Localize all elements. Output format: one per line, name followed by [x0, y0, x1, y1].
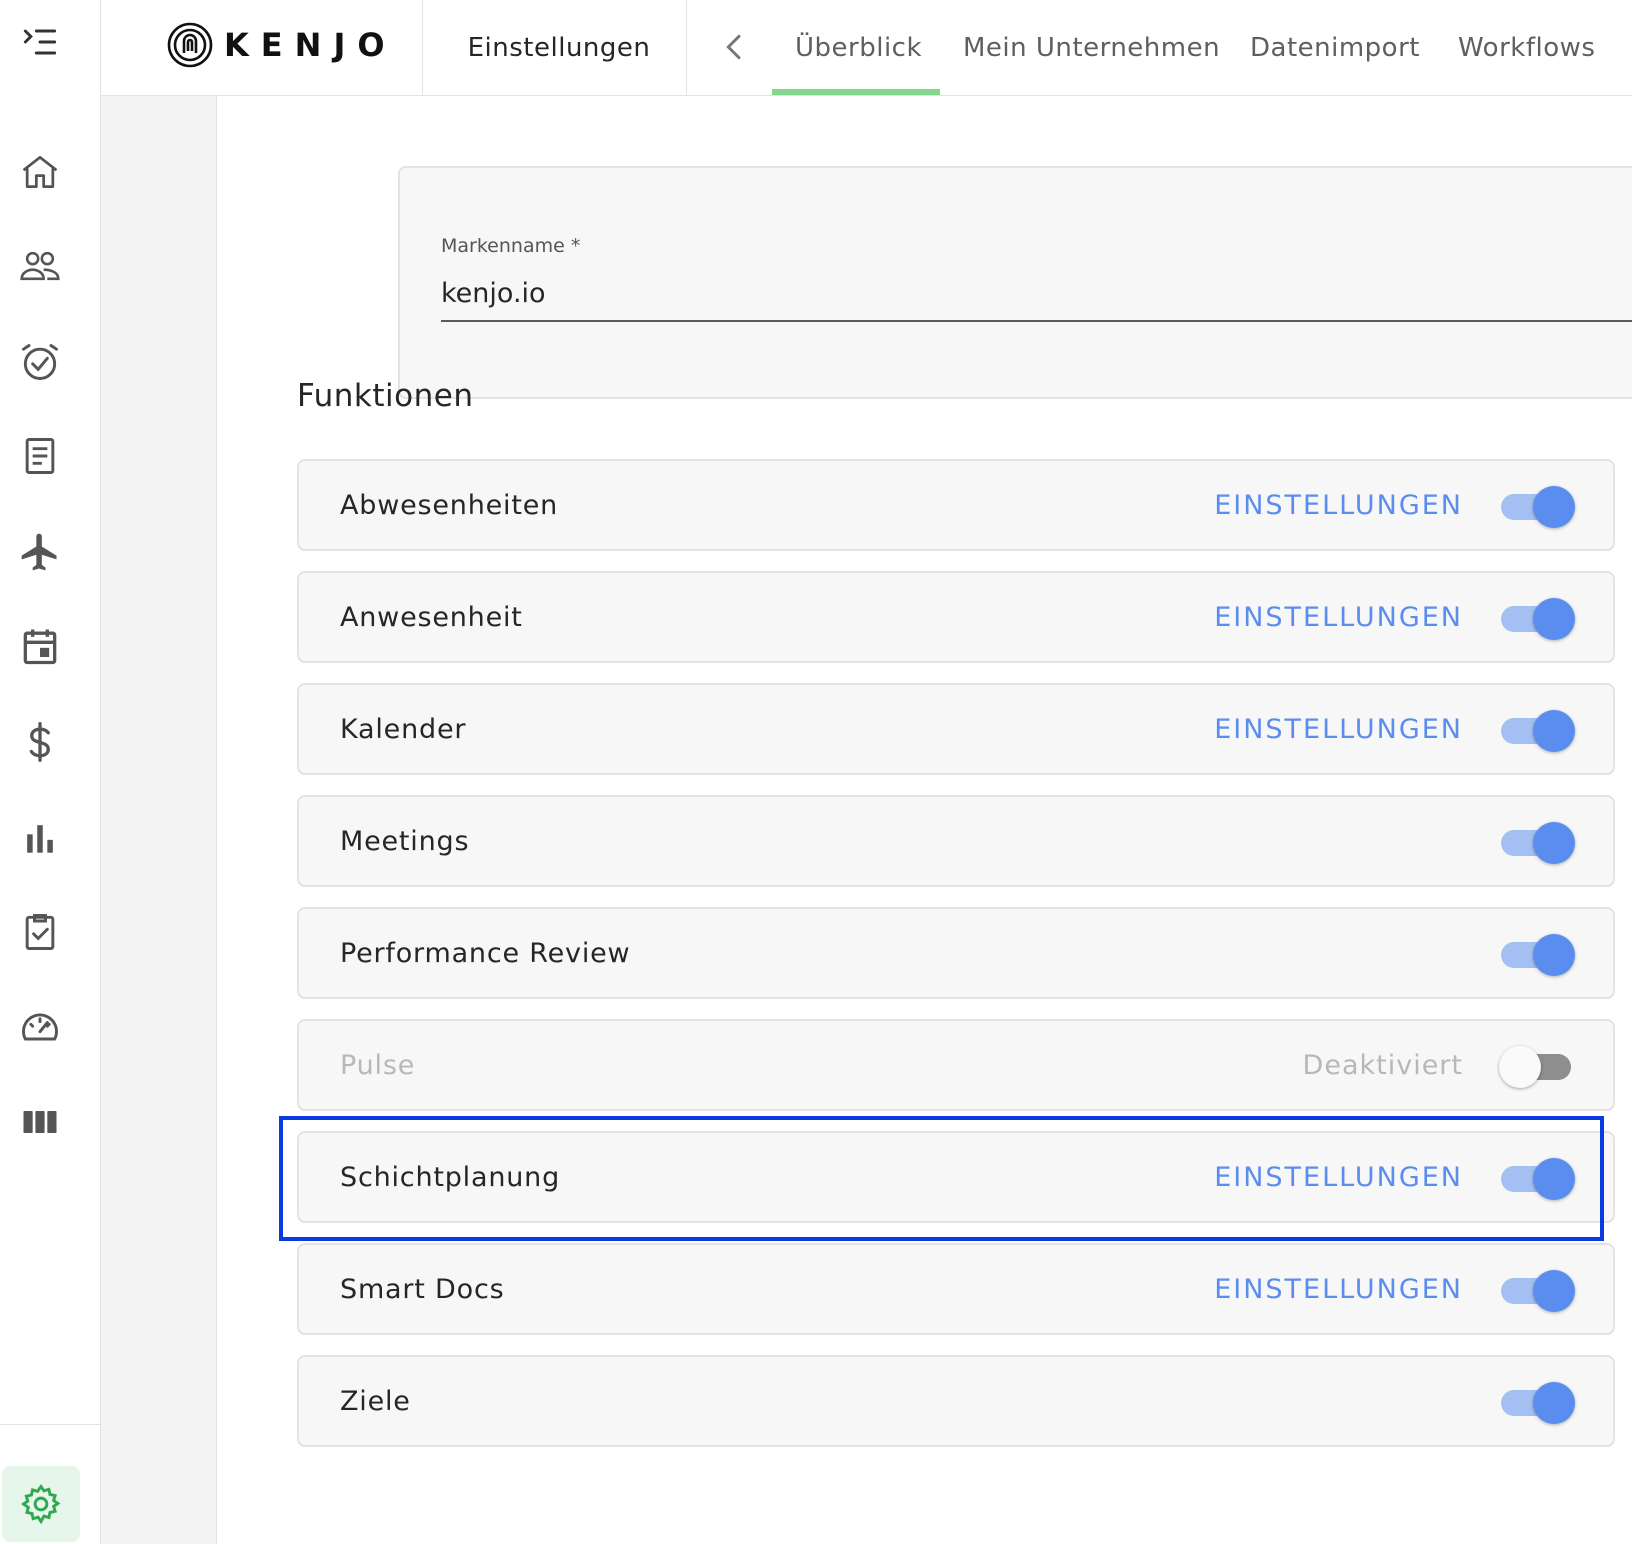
content-gutter	[101, 96, 217, 1544]
columns-icon[interactable]	[14, 1096, 66, 1148]
feature-settings-link[interactable]: EINSTELLUNGEN	[1214, 573, 1463, 661]
feature-name: Performance Review	[340, 937, 631, 969]
brand-card: Markenname *	[398, 166, 1632, 399]
feature-name: Smart Docs	[340, 1273, 505, 1305]
feature-name: Ziele	[340, 1385, 411, 1417]
people-icon[interactable]	[14, 240, 66, 292]
feature-name: Meetings	[340, 825, 470, 857]
feature-toggle[interactable]	[1499, 1269, 1575, 1312]
airplane-icon[interactable]	[14, 526, 66, 578]
feature-toggle[interactable]	[1499, 1381, 1575, 1424]
home-icon[interactable]	[14, 146, 66, 198]
gear-icon	[21, 1484, 61, 1525]
feature-name: Kalender	[340, 713, 467, 745]
alarm-check-icon[interactable]	[14, 336, 66, 388]
header-divider	[686, 0, 687, 96]
feature-settings-link[interactable]: EINSTELLUNGEN	[1214, 1245, 1463, 1333]
feature-toggle[interactable]	[1499, 1157, 1575, 1200]
brand-name-input[interactable]	[441, 266, 1632, 322]
main-content: Markenname * Funktionen Abwesenheiten EI…	[101, 96, 1632, 1544]
feature-toggle[interactable]	[1499, 1045, 1575, 1088]
feature-toggle[interactable]	[1499, 709, 1575, 752]
feature-row-pulse: Pulse Deaktiviert	[297, 1019, 1615, 1111]
menu-icon[interactable]	[14, 16, 66, 68]
logo-mark-icon	[167, 22, 213, 68]
bar-chart-icon[interactable]	[14, 812, 66, 864]
active-tab-indicator	[772, 89, 940, 95]
calendar-icon[interactable]	[14, 620, 66, 672]
functions-title: Funktionen	[297, 378, 474, 414]
tabs-scroll-back-button[interactable]	[713, 22, 757, 72]
side-nav-rail	[0, 0, 101, 1544]
tab-data-import[interactable]: Datenimport	[1250, 0, 1420, 96]
feature-row-smart-docs: Smart Docs EINSTELLUNGEN	[297, 1243, 1615, 1335]
document-icon[interactable]	[14, 430, 66, 482]
chevron-left-icon	[726, 34, 741, 60]
feature-row-attendance: Anwesenheit EINSTELLUNGEN	[297, 571, 1615, 663]
feature-row-absences: Abwesenheiten EINSTELLUNGEN	[297, 459, 1615, 551]
feature-toggle[interactable]	[1499, 597, 1575, 640]
brand-name-label: Markenname *	[441, 235, 581, 257]
feature-name: Anwesenheit	[340, 601, 523, 633]
feature-status-label: Deaktiviert	[1302, 1049, 1463, 1081]
feature-settings-link[interactable]: EINSTELLUNGEN	[1214, 1133, 1463, 1221]
feature-row-goals: Ziele	[297, 1355, 1615, 1447]
feature-toggle[interactable]	[1499, 485, 1575, 528]
tab-workflows[interactable]: Workflows	[1458, 0, 1595, 96]
tab-company[interactable]: Mein Unternehmen	[963, 0, 1220, 96]
feature-name: Pulse	[340, 1049, 416, 1081]
tab-overview[interactable]: Überblick	[795, 0, 922, 96]
header-divider	[422, 0, 423, 96]
dollar-icon[interactable]	[14, 716, 66, 768]
feature-toggle[interactable]	[1499, 933, 1575, 976]
settings-button[interactable]	[2, 1466, 80, 1542]
gauge-icon[interactable]	[14, 1002, 66, 1054]
section-title: Einstellungen	[467, 33, 651, 63]
feature-name: Abwesenheiten	[340, 489, 559, 521]
clipboard-check-icon[interactable]	[14, 906, 66, 958]
logo-text: KENJO	[224, 26, 397, 64]
kenjo-logo[interactable]: KENJO	[166, 20, 397, 70]
feature-row-calendar: Kalender EINSTELLUNGEN	[297, 683, 1615, 775]
feature-settings-link[interactable]: EINSTELLUNGEN	[1214, 461, 1463, 549]
feature-row-meetings: Meetings	[297, 795, 1615, 887]
feature-row-shift-planning: Schichtplanung EINSTELLUNGEN	[297, 1131, 1615, 1223]
top-header: KENJO Einstellungen Überblick Mein Unter…	[101, 0, 1632, 96]
feature-name: Schichtplanung	[340, 1161, 561, 1193]
feature-row-performance-review: Performance Review	[297, 907, 1615, 999]
rail-divider	[0, 1424, 101, 1425]
feature-settings-link[interactable]: EINSTELLUNGEN	[1214, 685, 1463, 773]
feature-toggle[interactable]	[1499, 821, 1575, 864]
